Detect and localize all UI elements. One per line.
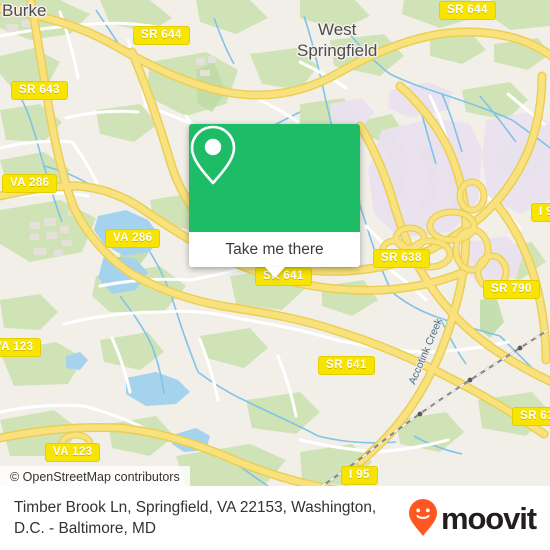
footer-bar: Timber Brook Ln, Springfield, VA 22153, … (0, 486, 550, 550)
shield-i-95-right[interactable]: I 95 (531, 203, 550, 222)
shield-va-123-edge[interactable]: VA 123 (0, 338, 42, 357)
shield-va-123-bottom[interactable]: VA 123 (45, 443, 101, 462)
shield-va-286-left[interactable]: VA 286 (2, 174, 58, 193)
shield-sr-613[interactable]: SR 613 (512, 407, 550, 426)
map-pin-icon (190, 125, 236, 185)
moovit-logo[interactable]: moovit (408, 498, 537, 538)
card-pin-area (189, 124, 360, 232)
map-attribution[interactable]: © OpenStreetMap contributors (0, 466, 190, 486)
place-label-line2: Springfield (297, 41, 378, 60)
shield-sr-790[interactable]: SR 790 (483, 280, 540, 299)
shield-i-95-bottom[interactable]: I 95 (341, 466, 378, 485)
card-pointer-triangle (264, 267, 285, 278)
map-canvas[interactable]: Burke West Springfield Accotink Creek SR… (0, 0, 550, 486)
take-me-there-label: Take me there (225, 240, 324, 258)
place-label-west-springfield: West Springfield (297, 19, 377, 61)
shield-va-286-mid[interactable]: VA 286 (105, 229, 161, 248)
take-me-there-card[interactable]: Take me there (189, 124, 360, 278)
shield-sr-638[interactable]: SR 638 (373, 249, 430, 268)
moovit-pin-smiley-icon (408, 499, 437, 536)
shield-sr-644-top[interactable]: SR 644 (439, 1, 496, 20)
moovit-wordmark: moovit (440, 500, 537, 536)
place-label-burke: Burke (2, 1, 47, 20)
shield-sr-643[interactable]: SR 643 (11, 81, 68, 100)
moovit-map-screenshot: Burke West Springfield Accotink Creek SR… (0, 0, 550, 550)
take-me-there-button[interactable]: Take me there (189, 232, 360, 278)
place-label-line1: West (317, 20, 357, 39)
address-text: Timber Brook Ln, Springfield, VA 22153, … (14, 499, 377, 537)
shield-sr-641-lower[interactable]: SR 641 (318, 356, 375, 375)
shield-sr-644-left[interactable]: SR 644 (133, 26, 190, 45)
